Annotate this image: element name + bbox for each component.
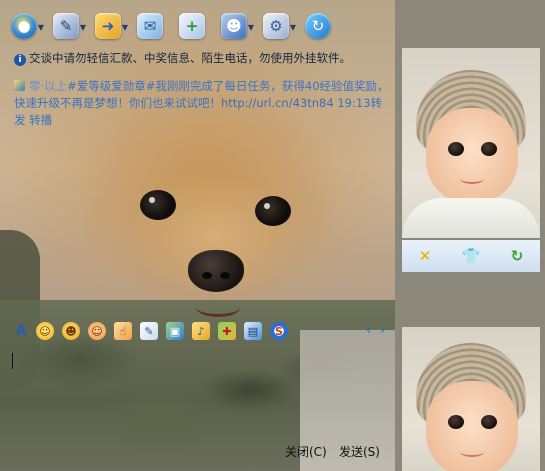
- user-info-button[interactable]: ☻ ▼: [216, 10, 254, 42]
- close-button[interactable]: 关闭(C): [285, 443, 327, 461]
- my-avatar-photo[interactable]: [402, 327, 540, 471]
- mail-icon: ✉: [137, 13, 163, 39]
- security-notice: i 交谈中请勿轻信汇款、中奖信息、陌生电话，勿使用外挂软件。: [14, 50, 389, 66]
- contact-avatar-photo[interactable]: [402, 48, 540, 238]
- background-photo-detail: [255, 196, 291, 226]
- avatar-eye: [448, 142, 464, 156]
- chevron-down-icon[interactable]: ▼: [122, 23, 128, 32]
- voice-call-button[interactable]: ✎ ▼: [48, 10, 86, 42]
- avatar-eye: [448, 415, 464, 429]
- share-icon: ↻: [305, 13, 331, 39]
- avatar-shirt: [402, 198, 540, 238]
- image-icon[interactable]: ▣: [166, 322, 184, 340]
- font-icon[interactable]: A: [14, 322, 28, 340]
- next-arrow-icon[interactable]: ›: [380, 323, 385, 338]
- emoticon-icon[interactable]: ☺: [36, 322, 54, 340]
- chat-panel: ● ▼ ✎ ▼ ➜ ▼ ✉ + ☻ ▼ ⚙ ▼ ↻ i交谈中请勿轻信汇款、中奖: [0, 0, 395, 471]
- refresh-icon[interactable]: ↻: [506, 245, 528, 267]
- microphone-icon: ✎: [53, 13, 79, 39]
- background-photo-detail: [140, 190, 176, 220]
- avatar-mouth: [460, 447, 484, 457]
- avatar-face: [426, 108, 518, 203]
- remove-icon[interactable]: ✕: [414, 245, 436, 267]
- previous-arrow-icon[interactable]: ‹: [366, 323, 371, 338]
- text-caret: [12, 353, 13, 369]
- chevron-down-icon[interactable]: ▼: [290, 23, 296, 32]
- message-link[interactable]: http://url.cn/43tn84: [221, 96, 334, 110]
- magic-face-icon[interactable]: ☺: [88, 322, 106, 340]
- share-button[interactable]: ↻: [300, 10, 336, 42]
- avatar-eye: [481, 142, 497, 156]
- edit-icon[interactable]: ✎: [140, 322, 158, 340]
- system-message: 零·以上#爱等级爱勋章#我刚刚完成了每日任务，获得40经验值奖励，快速升级不再是…: [14, 78, 390, 129]
- screenshot-icon[interactable]: ▤: [244, 322, 262, 340]
- chat-toolbar: ● ▼ ✎ ▼ ➜ ▼ ✉ + ☻ ▼ ⚙ ▼ ↻: [6, 8, 342, 44]
- notice-text: 交谈中请勿轻信汇款、中奖信息、陌生电话，勿使用外挂软件。: [29, 51, 351, 65]
- format-toolbar: A ☺ ☻ ☺ ☝ ✎ ▣ ♪ ✚ ▤ S: [14, 321, 296, 341]
- video-call-button[interactable]: ● ▼: [6, 10, 44, 42]
- background-photo-detail: [202, 272, 212, 279]
- message-sender[interactable]: 零·以上: [29, 79, 67, 93]
- rebroadcast-link[interactable]: 转播: [29, 113, 52, 127]
- send-button[interactable]: 发送(S): [339, 443, 380, 461]
- gift-icon[interactable]: ✚: [218, 322, 236, 340]
- background-photo-detail: [220, 272, 230, 279]
- message-pen-icon: [14, 80, 25, 91]
- user-icon: ☻: [221, 13, 247, 39]
- chevron-down-icon[interactable]: ▼: [80, 23, 86, 32]
- chevron-down-icon[interactable]: ▼: [38, 23, 44, 32]
- settings-button[interactable]: ⚙ ▼: [258, 10, 296, 42]
- camera-icon: ●: [11, 13, 37, 39]
- send-file-button[interactable]: ➜ ▼: [90, 10, 128, 42]
- folder-icon: ➜: [95, 13, 121, 39]
- payment-icon[interactable]: S: [270, 322, 288, 340]
- wink-emoticon-icon[interactable]: ☻: [62, 322, 80, 340]
- profile-side-panel: ✕ 👕 ↻: [395, 0, 545, 471]
- avatar-face: [426, 381, 518, 471]
- music-icon[interactable]: ♪: [192, 322, 210, 340]
- background-photo-detail: [188, 250, 244, 292]
- create-discussion-button[interactable]: +: [174, 10, 210, 42]
- background-photo-detail: [196, 298, 240, 317]
- avatar-mouth: [460, 174, 484, 184]
- outfit-icon[interactable]: 👕: [460, 245, 482, 267]
- chevron-down-icon[interactable]: ▼: [248, 23, 254, 32]
- gear-icon: ⚙: [263, 13, 289, 39]
- avatar-eye: [481, 415, 497, 429]
- add-note-icon: +: [179, 13, 205, 39]
- avatar-toolbar: ✕ 👕 ↻: [402, 240, 540, 272]
- thumb-icon[interactable]: ☝: [114, 322, 132, 340]
- message-time: 19:13: [337, 96, 371, 110]
- send-mail-button[interactable]: ✉: [132, 10, 168, 42]
- info-icon: i: [14, 54, 26, 66]
- message-input[interactable]: [10, 346, 392, 434]
